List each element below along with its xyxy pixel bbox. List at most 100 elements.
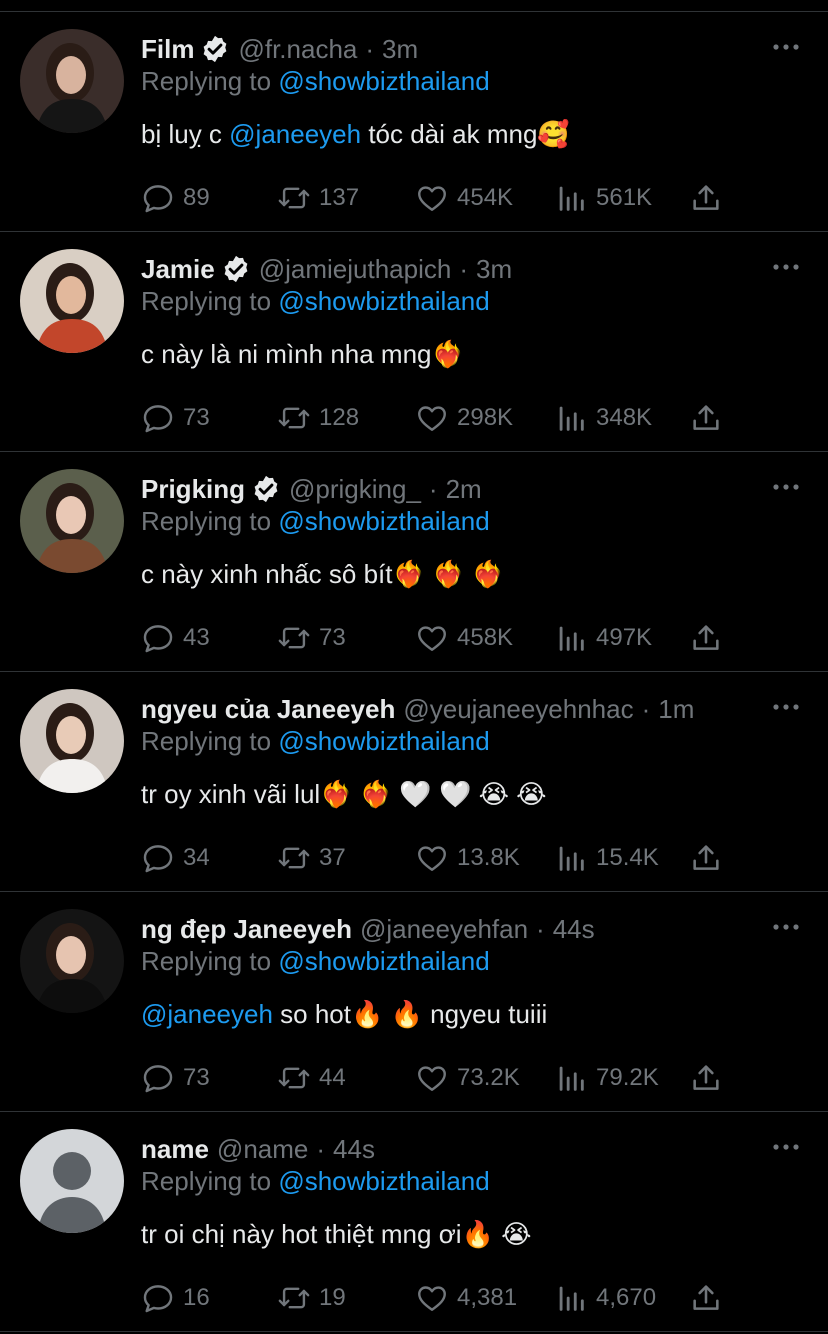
views-button[interactable]: 79.2K xyxy=(554,1058,659,1098)
replying-to-mention[interactable]: @showbizthailand xyxy=(278,1166,489,1196)
retweet-button[interactable]: 37 xyxy=(277,838,346,878)
reply-icon xyxy=(143,845,173,873)
more-options-icon[interactable] xyxy=(772,40,800,54)
views-chart-icon xyxy=(559,1066,584,1091)
tweet[interactable]: ng đẹp Janeeyeh @janeeyehfan · 44s Reply… xyxy=(0,892,828,1112)
timestamp[interactable]: 2m xyxy=(446,474,482,505)
retweet-button[interactable]: 73 xyxy=(277,618,346,658)
separator-dot: · xyxy=(641,693,651,724)
replying-to-mention[interactable]: @showbizthailand xyxy=(278,66,489,96)
views-button[interactable]: 15.4K xyxy=(554,838,659,878)
reply-button[interactable]: 34 xyxy=(141,838,210,878)
share-icon xyxy=(693,845,719,870)
replying-to-label: Replying to xyxy=(141,506,272,536)
views-button[interactable]: 561K xyxy=(554,178,652,218)
views-button[interactable]: 348K xyxy=(554,398,652,438)
tweet[interactable]: ngyeu của Janeeyeh @yeujaneeyehnhac · 1m… xyxy=(0,672,828,892)
replying-to-label: Replying to xyxy=(141,66,272,96)
views-count: 348K xyxy=(596,404,653,431)
reply-count: 73 xyxy=(183,1064,210,1091)
tweet[interactable]: name @name · 44s Replying to @showbiztha… xyxy=(0,1112,828,1332)
share-button[interactable] xyxy=(689,618,723,658)
like-button[interactable]: 73.2K xyxy=(415,1058,520,1098)
avatar[interactable] xyxy=(20,29,124,133)
tweet-actions: 34 37 13.8K 15.4K xyxy=(141,838,731,878)
share-button[interactable] xyxy=(689,1278,723,1318)
timestamp[interactable]: 3m xyxy=(382,34,418,65)
handle[interactable]: @janeeyehfan xyxy=(360,914,528,945)
timestamp[interactable]: 1m xyxy=(658,694,694,725)
verified-badge-icon xyxy=(254,475,278,503)
retweet-button[interactable]: 137 xyxy=(277,178,359,218)
display-name[interactable]: ngyeu của Janeeyeh xyxy=(141,694,395,725)
share-button[interactable] xyxy=(689,1058,723,1098)
display-name[interactable]: Jamie xyxy=(141,254,215,285)
tweet-header: ng đẹp Janeeyeh @janeeyehfan · 44s xyxy=(141,911,758,947)
reply-button[interactable]: 89 xyxy=(141,178,210,218)
like-button[interactable]: 458K xyxy=(415,618,513,658)
more-options-icon[interactable] xyxy=(772,480,800,494)
mention-link[interactable]: @janeeyeh xyxy=(141,999,273,1029)
retweet-button[interactable]: 19 xyxy=(277,1278,346,1318)
avatar[interactable] xyxy=(20,1129,124,1233)
avatar[interactable] xyxy=(20,249,124,353)
tweet[interactable]: Jamie @jamiejuthapich · 3m Replying to @… xyxy=(0,232,828,452)
share-icon xyxy=(693,625,719,650)
like-count: 458K xyxy=(457,624,514,651)
replying-to-mention[interactable]: @showbizthailand xyxy=(278,506,489,536)
views-button[interactable]: 4,670 xyxy=(554,1278,656,1318)
like-button[interactable]: 454K xyxy=(415,178,513,218)
timestamp[interactable]: 44s xyxy=(333,1134,375,1165)
tweet-header: Prigking @prigking_ · 2m xyxy=(141,471,758,507)
handle[interactable]: @name xyxy=(217,1134,308,1165)
like-button[interactable]: 298K xyxy=(415,398,513,438)
heart-icon xyxy=(418,406,446,431)
avatar[interactable] xyxy=(20,469,124,573)
avatar[interactable] xyxy=(20,909,124,1013)
replying-to-mention[interactable]: @showbizthailand xyxy=(278,286,489,316)
more-options-icon[interactable] xyxy=(772,920,800,934)
avatar[interactable] xyxy=(20,689,124,793)
tweet[interactable]: Prigking @prigking_ · 2m Replying to @sh… xyxy=(0,452,828,672)
timestamp[interactable]: 44s xyxy=(553,914,595,945)
display-name[interactable]: name xyxy=(141,1134,209,1165)
reply-button[interactable]: 73 xyxy=(141,1058,210,1098)
tweet-actions: 43 73 458K 497K xyxy=(141,618,731,658)
handle[interactable]: @jamiejuthapich xyxy=(259,254,452,285)
views-count: 4,670 xyxy=(596,1284,657,1311)
avatar-image xyxy=(20,909,124,1013)
share-button[interactable] xyxy=(689,398,723,438)
timestamp[interactable]: 3m xyxy=(476,254,512,285)
display-name[interactable]: ng đẹp Janeeyeh xyxy=(141,914,352,945)
avatar-image xyxy=(20,469,124,573)
reply-button[interactable]: 16 xyxy=(141,1278,210,1318)
replying-to-mention[interactable]: @showbizthailand xyxy=(278,946,489,976)
tweet[interactable]: Film @fr.nacha · 3m Replying to @showbiz… xyxy=(0,12,828,232)
handle[interactable]: @yeujaneeyehnhac xyxy=(403,694,633,725)
reply-count: 89 xyxy=(183,184,210,211)
display-name[interactable]: Prigking xyxy=(141,474,245,505)
retweet-button[interactable]: 44 xyxy=(277,1058,346,1098)
replying-to-mention[interactable]: @showbizthailand xyxy=(278,726,489,756)
reply-button[interactable]: 73 xyxy=(141,398,210,438)
handle[interactable]: @fr.nacha xyxy=(238,34,357,65)
more-options-icon[interactable] xyxy=(772,1140,800,1154)
mention-link[interactable]: @janeeyeh xyxy=(229,119,361,149)
reply-button[interactable]: 43 xyxy=(141,618,210,658)
like-button[interactable]: 13.8K xyxy=(415,838,520,878)
views-count: 15.4K xyxy=(596,844,659,871)
tweet-text-segment: tr oy xinh vãi lul❤️‍🔥 ❤️‍🔥 🤍 🤍 😭 😭 xyxy=(141,779,547,809)
avatar-image xyxy=(20,689,124,793)
more-options-icon[interactable] xyxy=(772,260,800,274)
reply-icon xyxy=(143,185,173,213)
share-button[interactable] xyxy=(689,838,723,878)
retweet-button[interactable]: 128 xyxy=(277,398,359,438)
like-count: 73.2K xyxy=(457,1064,520,1091)
share-button[interactable] xyxy=(689,178,723,218)
views-button[interactable]: 497K xyxy=(554,618,652,658)
more-options-icon[interactable] xyxy=(772,700,800,714)
display-name[interactable]: Film xyxy=(141,34,194,65)
heart-icon xyxy=(418,846,446,871)
handle[interactable]: @prigking_ xyxy=(289,474,421,505)
like-button[interactable]: 4,381 xyxy=(415,1278,517,1318)
